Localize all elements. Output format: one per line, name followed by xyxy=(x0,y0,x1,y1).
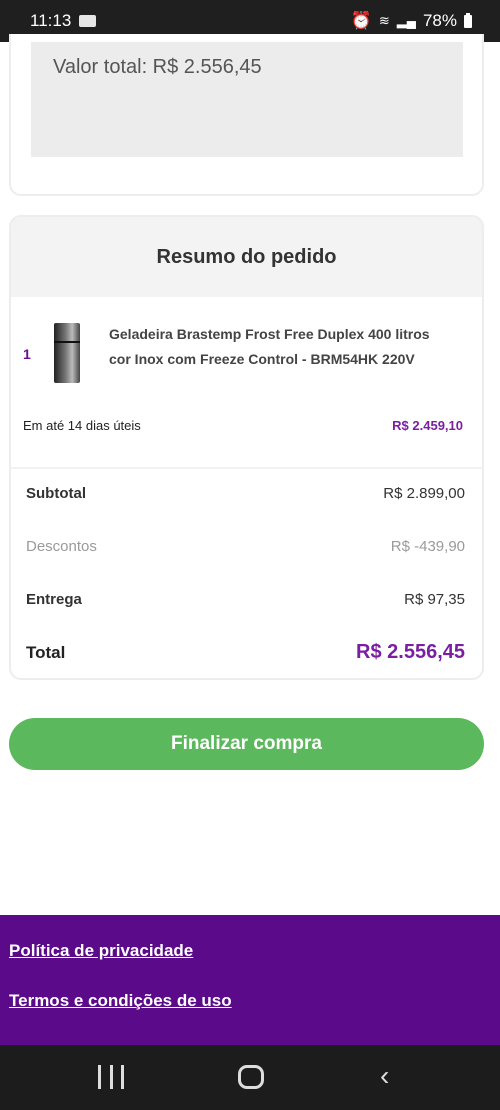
summary-divider xyxy=(11,467,482,469)
battery-percentage: 78% xyxy=(422,11,457,30)
discounts-value: R$ -439,90 xyxy=(390,538,465,555)
terms-of-use-link[interactable]: Termos e condições de uso xyxy=(9,991,232,1011)
subtotal-value: R$ 2.899,00 xyxy=(383,485,465,502)
order-total-value: Valor total: R$ 2.556,45 xyxy=(53,56,262,78)
product-name[interactable]: Geladeira Brastemp Frost Free Duplex 400… xyxy=(109,322,439,372)
discounts-row: Descontos R$ -439,90 xyxy=(26,538,465,555)
wifi-icon: ≋ xyxy=(378,13,390,28)
home-icon[interactable] xyxy=(238,1065,264,1089)
signal-icon: ▂▄ xyxy=(396,13,416,28)
total-label: Total xyxy=(26,642,66,662)
product-quantity: 1 xyxy=(23,346,31,362)
product-image xyxy=(54,323,80,383)
privacy-policy-link[interactable]: Política de privacidade xyxy=(9,941,193,961)
shipping-row: Entrega R$ 97,35 xyxy=(26,591,465,608)
order-total-box: Valor total: R$ 2.556,45 xyxy=(31,42,463,157)
battery-icon xyxy=(464,12,472,28)
delivery-time: Em até 14 dias úteis xyxy=(23,418,141,433)
subtotal-row: Subtotal R$ 2.899,00 xyxy=(26,485,465,502)
total-value: R$ 2.556,45 xyxy=(356,641,465,663)
order-summary-card: Resumo do pedido 1 Geladeira Brastemp Fr… xyxy=(9,215,484,680)
subtotal-label: Subtotal xyxy=(26,485,86,502)
product-price: R$ 2.459,10 xyxy=(392,418,463,433)
android-navigation-bar: ‹ xyxy=(0,1045,500,1110)
status-right: ⏰ ≋ ▂▄ 78% xyxy=(351,11,472,31)
footer: Política de privacidade Termos e condiçõ… xyxy=(0,915,500,1045)
finalize-purchase-button[interactable]: Finalizar compra xyxy=(9,718,484,770)
status-time: 11:13 xyxy=(30,11,72,30)
order-summary-header: Resumo do pedido xyxy=(11,217,482,297)
order-total-card: Valor total: R$ 2.556,45 xyxy=(9,34,484,196)
order-summary-title: Resumo do pedido xyxy=(156,245,337,268)
status-left: 11:13 xyxy=(30,11,97,31)
sim-card-icon xyxy=(79,15,97,27)
discounts-label: Descontos xyxy=(26,538,97,555)
back-icon[interactable]: ‹ xyxy=(380,1062,389,1090)
recent-apps-icon[interactable] xyxy=(98,1065,124,1089)
alarm-icon: ⏰ xyxy=(350,11,372,30)
shipping-label: Entrega xyxy=(26,591,82,608)
shipping-value: R$ 97,35 xyxy=(404,591,465,608)
total-row: Total R$ 2.556,45 xyxy=(26,641,465,664)
